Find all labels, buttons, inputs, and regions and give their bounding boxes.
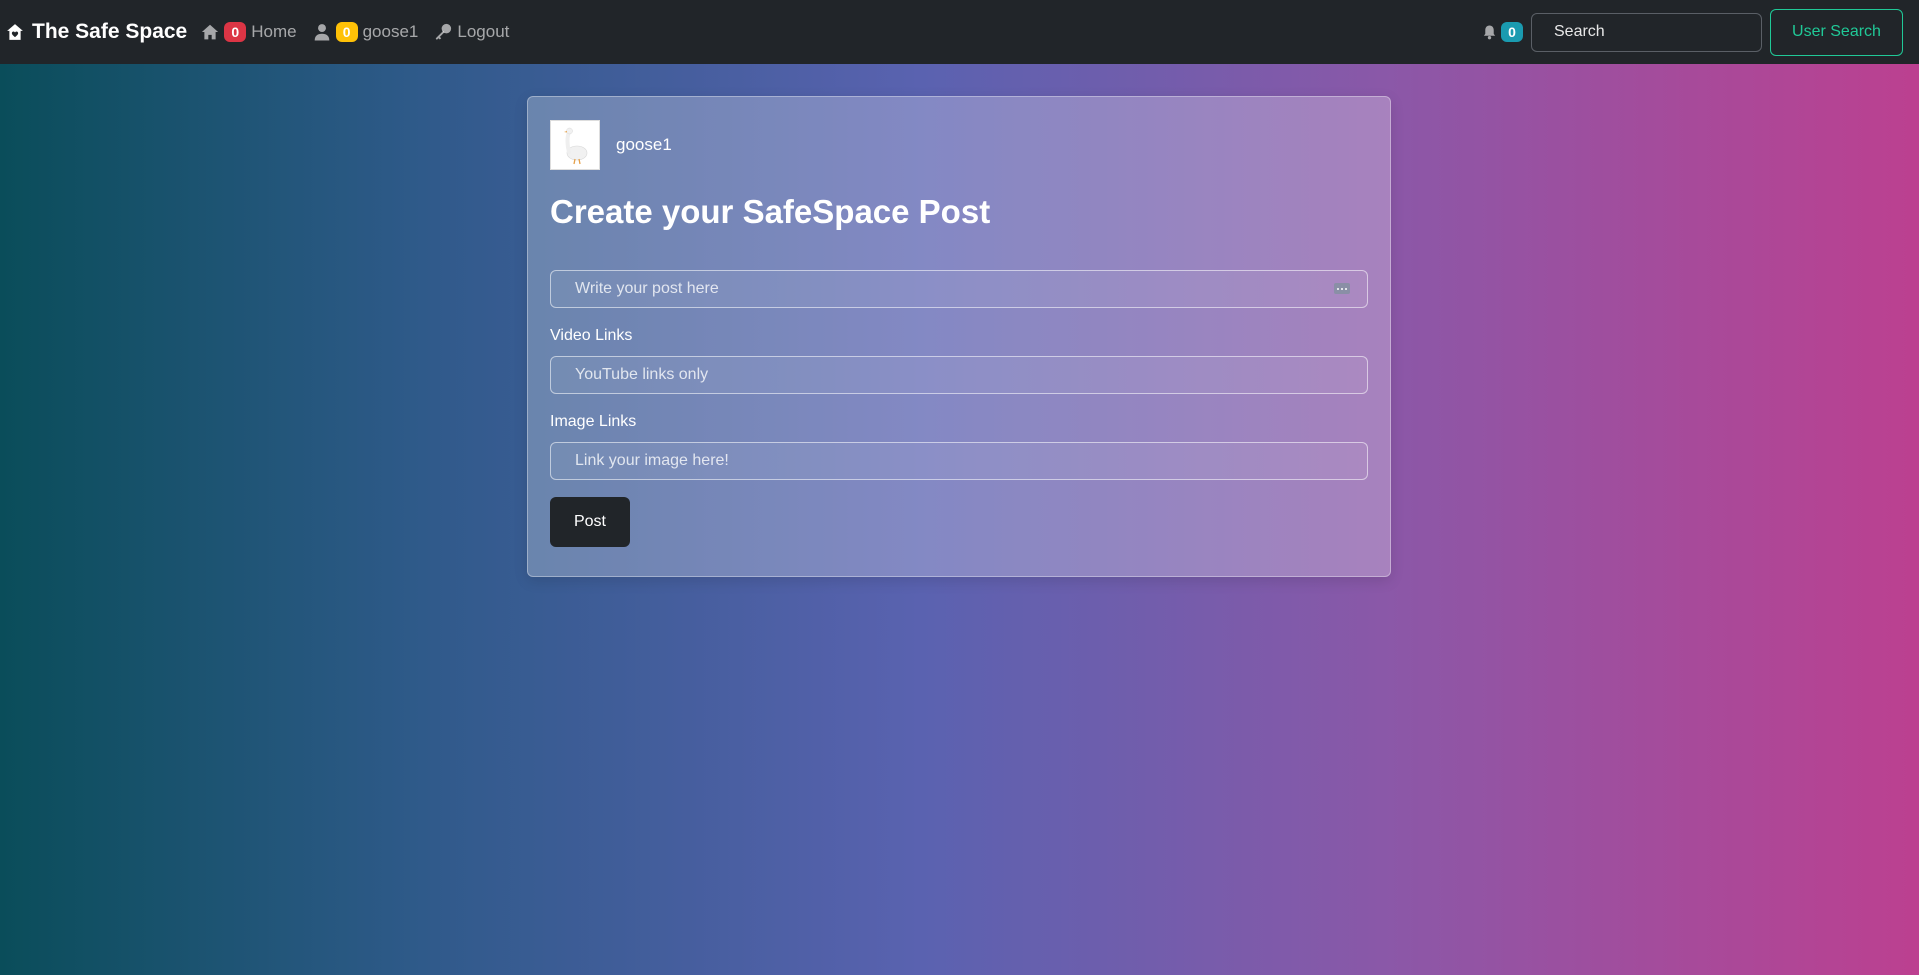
nav-profile-link[interactable]: 0 goose1 [313, 22, 419, 42]
user-search-button[interactable]: User Search [1770, 8, 1903, 56]
nav-logout-link[interactable]: Logout [434, 22, 509, 42]
bell-icon [1483, 25, 1496, 40]
notifications-link[interactable]: 0 [1482, 22, 1523, 42]
create-post-card: goose1 Create your SafeSpace Post Video … [527, 96, 1391, 577]
navbar-right: 0 User Search [1482, 0, 1903, 64]
key-icon [436, 23, 452, 40]
notifications-badge: 0 [1501, 22, 1523, 42]
logout-label: Logout [457, 22, 510, 41]
brand-link[interactable]: The Safe Space [6, 20, 187, 44]
brand-title: The Safe Space [32, 20, 188, 43]
profile-label: goose1 [362, 22, 419, 41]
search-input[interactable] [1531, 12, 1762, 52]
nav-home-link[interactable]: 0 Home [201, 22, 297, 42]
image-links-label: Image Links [550, 413, 637, 430]
home-label: Home [251, 22, 297, 41]
home-icon [202, 24, 219, 40]
profile-badge: 0 [335, 22, 358, 42]
avatar [550, 120, 600, 170]
video-links-label: Video Links [550, 327, 633, 344]
page-title: Create your SafeSpace Post [550, 193, 991, 230]
user-icon [314, 24, 329, 41]
post-button[interactable]: Post [550, 497, 630, 547]
author-username[interactable]: goose1 [616, 135, 672, 155]
house-heart-icon [7, 24, 23, 40]
image-links-input[interactable] [550, 442, 1368, 480]
more-dots-icon[interactable] [1334, 283, 1350, 294]
navbar: The Safe Space 0 Home 0 goose1 Logout 0 [0, 0, 1919, 64]
home-badge: 0 [224, 22, 247, 42]
post-input[interactable] [550, 270, 1368, 308]
post-author: goose1 [550, 120, 672, 170]
goose-avatar-image [564, 127, 588, 165]
video-links-input[interactable] [550, 356, 1368, 394]
